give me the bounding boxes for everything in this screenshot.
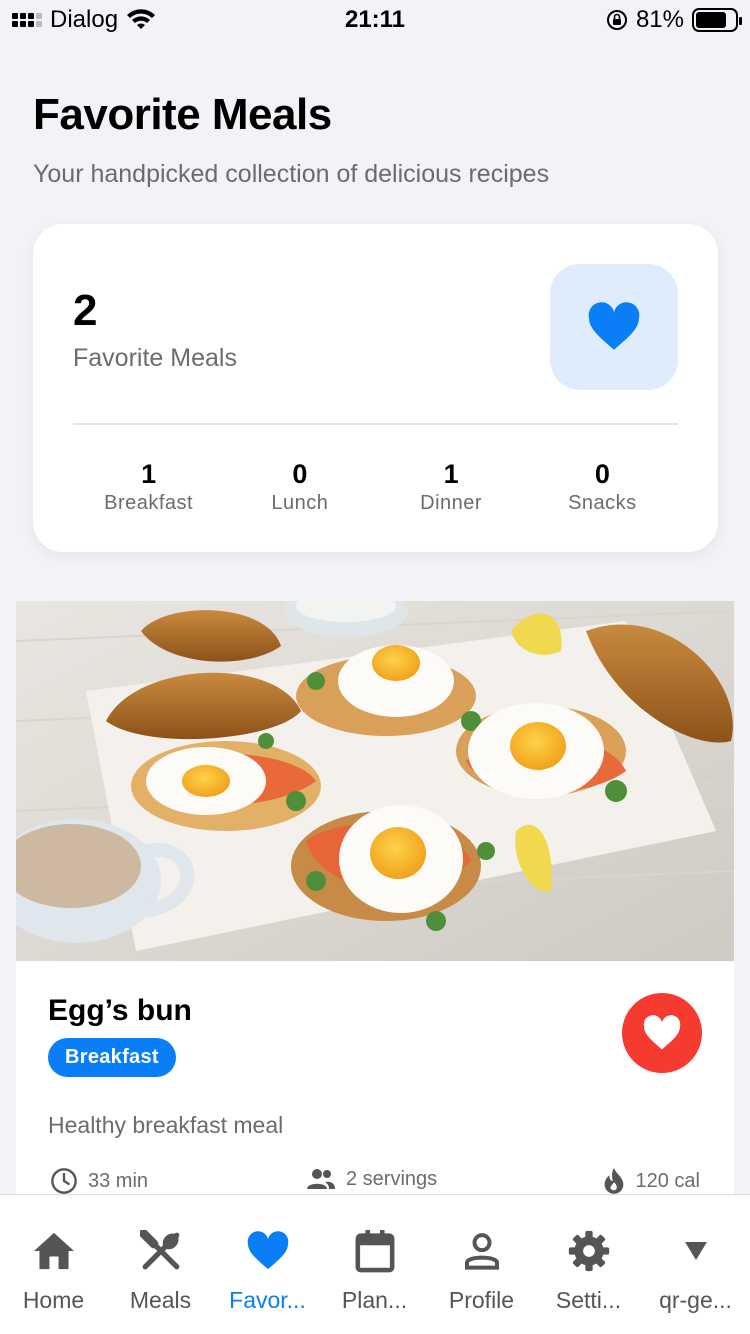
stat-value: 1 <box>443 459 459 489</box>
clock-icon <box>51 1168 77 1194</box>
tab-label: Favor... <box>229 1287 306 1313</box>
heart-icon <box>643 1015 681 1050</box>
tab-home[interactable]: Home <box>0 1195 107 1334</box>
meal-photo-illustration <box>16 601 734 961</box>
heart-icon <box>588 302 640 350</box>
battery-icon <box>692 8 742 32</box>
triangle-down-icon <box>684 1242 707 1260</box>
favorites-screen: Dialog 21:11 81% Favorite Meals Your han… <box>0 0 750 1334</box>
flame-icon <box>604 1168 623 1194</box>
tab-profile[interactable]: Profile <box>428 1195 535 1334</box>
page-title: Favorite Meals <box>33 90 332 139</box>
battery-percent: 81% <box>635 6 684 33</box>
status-bar: Dialog 21:11 81% <box>0 0 750 40</box>
stat-label: Dinner <box>420 492 483 514</box>
tab-label: Meals <box>129 1287 192 1313</box>
tab-label: qr-ge... <box>659 1287 732 1313</box>
stat-breakfast: 1 Breakfast <box>73 458 224 515</box>
stat-label: Lunch <box>271 492 329 514</box>
tab-label: Profile <box>448 1287 515 1313</box>
fork-knife-icon <box>139 1230 179 1270</box>
stat-label: Snacks <box>568 492 637 514</box>
tab-qr-generator[interactable]: qr-ge... <box>642 1195 749 1334</box>
stat-value: 1 <box>141 459 157 489</box>
orientation-lock-icon <box>606 10 627 30</box>
favorites-count: 2 <box>73 286 98 335</box>
meal-card[interactable]: Egg’s bun Breakfast Healthy breakfast me… <box>16 601 734 1221</box>
stat-value: 0 <box>594 459 610 489</box>
stat-lunch: 0 Lunch <box>224 458 375 515</box>
meal-calories-value: 120 cal <box>635 1169 701 1192</box>
person-icon <box>464 1233 499 1270</box>
tab-label: Plan... <box>341 1287 408 1313</box>
stat-value: 0 <box>292 459 308 489</box>
page-subtitle: Your handpicked collection of delicious … <box>33 160 550 188</box>
favorites-count-label: Favorite Meals <box>73 344 237 372</box>
summary-heart-tile <box>550 264 678 390</box>
status-right: 81% <box>606 6 742 34</box>
category-stats: 1 Breakfast 0 Lunch 1 Dinner 0 Snacks <box>73 458 678 515</box>
tab-label: Home <box>22 1287 85 1313</box>
summary-divider <box>73 423 678 425</box>
meal-description: Healthy breakfast meal <box>48 1112 284 1138</box>
favorite-toggle-button[interactable] <box>622 993 702 1073</box>
meal-time: 33 min <box>50 1167 148 1195</box>
stat-label: Breakfast <box>104 492 194 514</box>
calendar-icon <box>355 1230 394 1273</box>
meal-servings: 2 servings <box>306 1167 437 1191</box>
tab-label: Setti... <box>555 1287 622 1313</box>
home-icon <box>33 1232 74 1270</box>
people-icon <box>307 1169 335 1189</box>
meal-category-badge: Breakfast <box>48 1038 176 1077</box>
gear-icon <box>568 1230 609 1272</box>
meal-servings-value: 2 servings <box>346 1167 438 1190</box>
stat-dinner: 1 Dinner <box>376 458 527 515</box>
tab-favorites[interactable]: Favor... <box>214 1195 321 1334</box>
heart-icon <box>247 1231 288 1270</box>
tab-meals[interactable]: Meals <box>107 1195 214 1334</box>
meal-time-value: 33 min <box>88 1169 149 1192</box>
favorites-summary-card: 2 Favorite Meals 1 Breakfast 0 Lunch 1 D… <box>33 224 718 552</box>
meal-photo <box>16 601 734 961</box>
tab-planner[interactable]: Plan... <box>321 1195 428 1334</box>
meal-title: Egg’s bun <box>48 994 192 1027</box>
tab-bar: Home Meals Favor... Plan... Profile Sett… <box>0 1194 750 1334</box>
tab-settings[interactable]: Setti... <box>535 1195 642 1334</box>
stat-snacks: 0 Snacks <box>527 458 678 515</box>
meal-calories: 120 cal <box>602 1167 701 1195</box>
